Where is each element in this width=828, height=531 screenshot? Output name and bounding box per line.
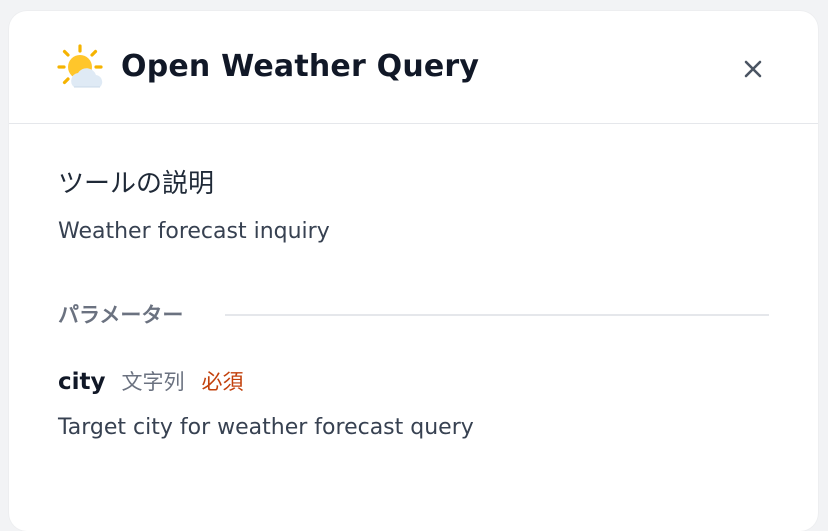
parameter-required-badge: 必須 [201, 370, 244, 394]
dialog-header: Open Weather Query [9, 11, 818, 124]
parameters-divider [225, 314, 769, 316]
tool-description-heading: ツールの説明 [58, 169, 215, 199]
parameter-row: city 文字列 必須 [58, 366, 244, 402]
parameter-name: city [58, 369, 106, 395]
close-button[interactable] [735, 53, 771, 89]
sun-behind-cloud-icon [56, 43, 108, 95]
close-icon [742, 58, 764, 84]
dialog-title: Open Weather Query [121, 49, 480, 84]
parameters-heading: パラメーター [58, 303, 184, 327]
parameter-description: Target city for weather forecast query [58, 415, 474, 440]
parameter-type: 文字列 [121, 370, 185, 394]
tool-detail-dialog: Open Weather Query ツールの説明 Weather foreca… [9, 11, 818, 531]
tool-description: Weather forecast inquiry [58, 219, 330, 244]
